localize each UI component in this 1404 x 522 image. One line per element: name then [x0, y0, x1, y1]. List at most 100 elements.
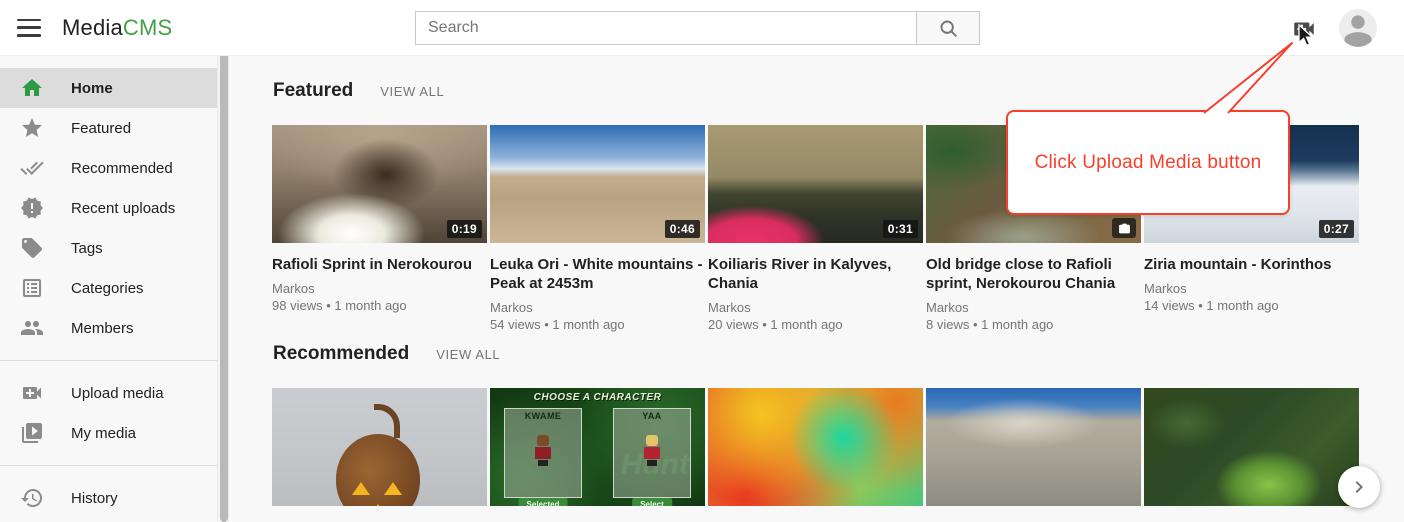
logo-cms-text: CMS	[123, 15, 173, 40]
sidebar-item-label: History	[71, 490, 118, 507]
sidebar-item-tags[interactable]: Tags	[0, 228, 217, 268]
video-meta: 8 views • 1 month ago	[926, 316, 1141, 334]
sidebar-item-members[interactable]: Members	[0, 308, 217, 348]
sidebar-item-recommended[interactable]: Recommended	[0, 148, 217, 188]
recommended-view-all-link[interactable]: VIEW ALL	[436, 347, 500, 362]
video-thumbnail[interactable]: Hunt CHOOSE A CHARACTER KWAME Selected Y…	[490, 388, 705, 506]
duration-badge: 0:31	[883, 220, 918, 238]
carousel-next-button[interactable]	[1338, 466, 1380, 508]
video-thumbnail[interactable]	[926, 388, 1141, 506]
video-author[interactable]: Markos	[708, 299, 923, 316]
video-author[interactable]: Markos	[272, 280, 487, 297]
sidebar-item-categories[interactable]: Categories	[0, 268, 217, 308]
logo-media-text: Media	[62, 15, 123, 40]
annotation-text: Click Upload Media button	[1035, 152, 1262, 174]
media-card	[272, 388, 487, 506]
duration-badge: 0:27	[1319, 220, 1354, 238]
sidebar-divider	[0, 465, 217, 466]
sidebar-item-label: Upload media	[71, 385, 164, 402]
user-avatar[interactable]	[1339, 9, 1377, 47]
media-card	[708, 388, 923, 506]
search-bar	[415, 11, 980, 45]
game-character-sprite	[644, 435, 660, 465]
video-call-plus-icon	[1294, 23, 1314, 36]
sidebar-item-home[interactable]: Home	[0, 68, 217, 108]
video-library-icon	[20, 421, 44, 445]
sidebar-divider	[0, 360, 217, 361]
app-logo[interactable]: MediaCMS	[62, 15, 172, 41]
tag-icon	[20, 236, 44, 260]
group-icon	[20, 316, 44, 340]
sidebar-scrollbar-thumb[interactable]	[220, 50, 228, 522]
video-thumbnail[interactable]: 0:19	[272, 125, 487, 243]
video-thumbnail[interactable]: 0:31	[708, 125, 923, 243]
pumpkin-craft-graphic	[336, 434, 420, 506]
video-author[interactable]: Markos	[926, 299, 1141, 316]
chevron-right-icon	[1347, 475, 1371, 499]
user-avatar-icon	[1339, 9, 1377, 47]
featured-section-header: Featured VIEW ALL	[273, 56, 1404, 102]
list-alt-icon	[20, 276, 44, 300]
video-title[interactable]: Koiliaris River in Kalyves, Chania	[708, 255, 923, 293]
duration-badge: 0:46	[665, 220, 700, 238]
video-title[interactable]: Old bridge close to Rafioli sprint, Nero…	[926, 255, 1141, 293]
star-icon	[20, 116, 44, 140]
game-character-name: YAA	[614, 411, 690, 421]
video-call-plus-icon	[20, 381, 44, 405]
video-thumbnail[interactable]: 0:46	[490, 125, 705, 243]
menu-hamburger-icon[interactable]	[17, 19, 41, 37]
video-thumbnail[interactable]	[272, 388, 487, 506]
sidebar-item-label: Tags	[71, 240, 103, 257]
search-input[interactable]	[415, 11, 917, 45]
game-select-button: Select	[632, 498, 672, 506]
media-card: 0:31 Koiliaris River in Kalyves, Chania …	[708, 125, 923, 343]
upload-media-button[interactable]	[1291, 16, 1317, 42]
video-author[interactable]: Markos	[490, 299, 705, 316]
sidebar-item-label: Categories	[71, 280, 144, 297]
sidebar-item-history[interactable]: History	[0, 478, 217, 518]
video-meta: 54 views • 1 month ago	[490, 316, 705, 334]
duration-badge: 0:19	[447, 220, 482, 238]
game-character-panel: KWAME Selected	[504, 408, 582, 498]
recommended-section-header: Recommended VIEW ALL	[273, 343, 1404, 365]
media-card	[926, 388, 1141, 506]
new-releases-icon	[20, 196, 44, 220]
sidebar-item-label: Featured	[71, 120, 131, 137]
media-card: Hunt CHOOSE A CHARACTER KWAME Selected Y…	[490, 388, 705, 506]
sidebar-item-label: Home	[71, 80, 113, 97]
sidebar-item-label: Members	[71, 320, 134, 337]
game-character-sprite	[535, 435, 551, 465]
game-character-panel: YAA Select	[613, 408, 691, 498]
video-thumbnail[interactable]	[1144, 388, 1359, 506]
media-card	[1144, 388, 1359, 506]
video-meta: 98 views • 1 month ago	[272, 297, 487, 315]
sidebar-item-featured[interactable]: Featured	[0, 108, 217, 148]
sidebar-item-recent-uploads[interactable]: Recent uploads	[0, 188, 217, 228]
video-title[interactable]: Leuka Ori - White mountains - Peak at 24…	[490, 255, 705, 293]
media-card: 0:19 Rafioli Sprint in Nerokourou Markos…	[272, 125, 487, 343]
top-app-bar: MediaCMS	[0, 0, 1404, 56]
featured-view-all-link[interactable]: VIEW ALL	[380, 84, 444, 99]
featured-section-title: Featured	[273, 80, 353, 102]
video-author[interactable]: Markos	[1144, 280, 1359, 297]
sidebar-item-my-media[interactable]: My media	[0, 413, 217, 453]
sidebar-item-upload-media[interactable]: Upload media	[0, 373, 217, 413]
sidebar-item-label: My media	[71, 425, 136, 442]
video-meta: 20 views • 1 month ago	[708, 316, 923, 334]
video-title[interactable]: Rafioli Sprint in Nerokourou	[272, 255, 487, 274]
photo-type-badge	[1112, 218, 1136, 238]
game-heading-text: CHOOSE A CHARACTER	[490, 392, 705, 403]
video-title[interactable]: Ziria mountain - Korinthos	[1144, 255, 1359, 274]
recommended-section-title: Recommended	[273, 343, 409, 365]
game-selected-button: Selected	[519, 498, 568, 506]
sidebar-item-label: Recommended	[71, 160, 173, 177]
done-all-icon	[20, 156, 44, 180]
home-icon	[20, 76, 44, 100]
game-character-name: KWAME	[505, 411, 581, 421]
video-meta: 14 views • 1 month ago	[1144, 297, 1359, 315]
video-thumbnail[interactable]	[708, 388, 923, 506]
sidebar-nav: Home Featured Recommended Recent uploads…	[0, 56, 217, 522]
media-card: 0:46 Leuka Ori - White mountains - Peak …	[490, 125, 705, 343]
search-button[interactable]	[917, 11, 980, 45]
annotation-callout: Click Upload Media button	[1006, 110, 1290, 215]
